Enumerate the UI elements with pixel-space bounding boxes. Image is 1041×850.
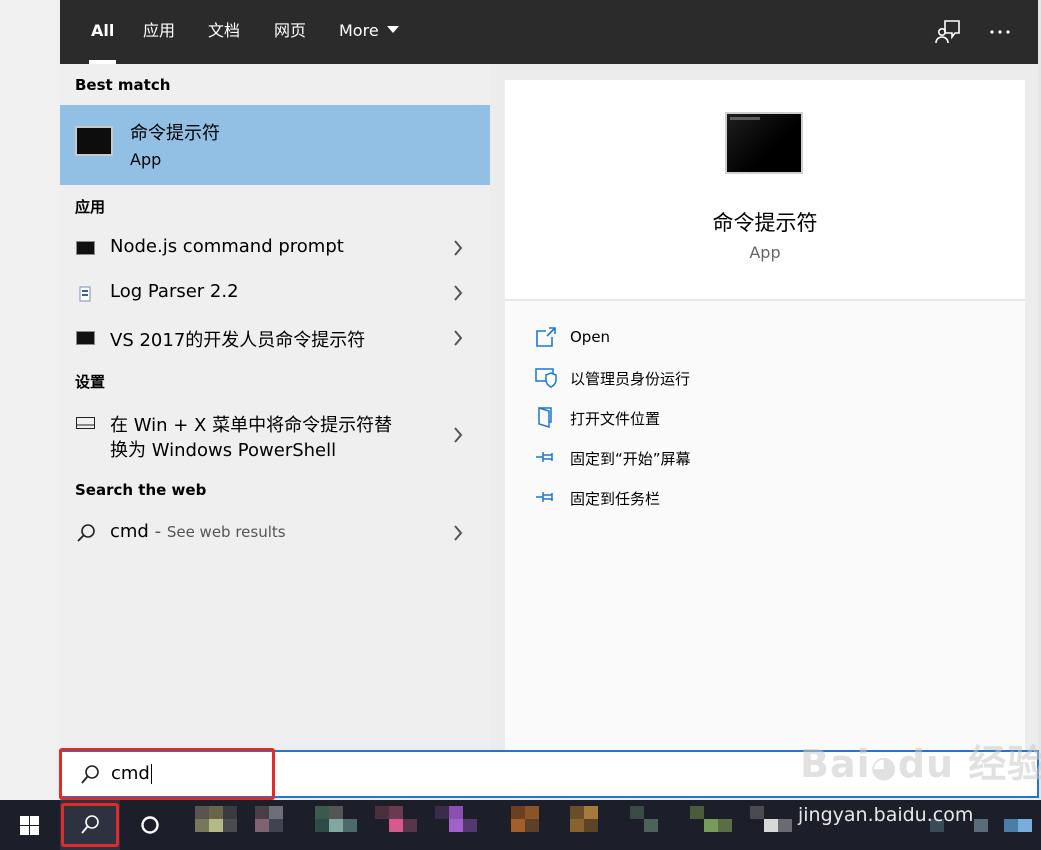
terminal-icon bbox=[76, 331, 95, 345]
chevron-right-icon[interactable] bbox=[452, 426, 464, 444]
list-item[interactable]: Node.js command prompt bbox=[60, 226, 490, 270]
preview-kind: App bbox=[749, 243, 781, 262]
folder-icon bbox=[538, 406, 552, 428]
best-match-header: Best match bbox=[75, 76, 171, 94]
web-hint: See web results bbox=[166, 523, 286, 541]
more-options-icon[interactable] bbox=[986, 18, 1014, 46]
windows-logo-icon bbox=[20, 816, 39, 835]
search-web-header: Search the web bbox=[75, 481, 207, 499]
pin-icon bbox=[536, 492, 553, 502]
watermark-url: jingyan.baidu.com bbox=[798, 804, 974, 826]
baidu-watermark-logo: Bai◕du 经验 bbox=[800, 742, 1041, 786]
settings-item[interactable]: 在 Win + X 菜单中将命令提示符替 换为 Windows PowerShe… bbox=[60, 400, 490, 466]
setting-line2: 换为 Windows PowerShell bbox=[110, 440, 337, 461]
results-panel: Best match 命令提示符 App 应用 Node.js command … bbox=[60, 64, 490, 750]
command-prompt-icon bbox=[725, 112, 803, 174]
pin-icon bbox=[536, 452, 553, 462]
action-label: 打开文件位置 bbox=[570, 410, 661, 428]
desktop-background bbox=[0, 0, 61, 800]
tab-web[interactable]: 网页 bbox=[274, 0, 306, 64]
app-name: Log Parser 2.2 bbox=[110, 281, 239, 302]
search-icon bbox=[81, 765, 99, 784]
open-icon bbox=[536, 327, 556, 347]
action-label: 以管理员身份运行 bbox=[570, 370, 691, 388]
shield-icon bbox=[535, 368, 557, 388]
setting-line1: 在 Win + X 菜单中将命令提示符替 bbox=[110, 415, 393, 436]
feedback-icon[interactable] bbox=[934, 18, 962, 46]
chevron-right-icon[interactable] bbox=[452, 524, 464, 542]
apps-header: 应用 bbox=[75, 198, 106, 216]
app-name: Node.js command prompt bbox=[110, 236, 344, 257]
settings-header: 设置 bbox=[75, 373, 106, 391]
chevron-right-icon[interactable] bbox=[452, 329, 464, 347]
text-cursor bbox=[150, 764, 152, 784]
cortana-circle-icon bbox=[141, 816, 159, 834]
best-match-kind: App bbox=[130, 150, 162, 169]
command-prompt-icon bbox=[75, 126, 113, 156]
pixelated-taskbar-apps bbox=[570, 806, 754, 844]
action-label: Open bbox=[570, 328, 611, 346]
tab-all[interactable]: All bbox=[88, 0, 117, 64]
search-button[interactable] bbox=[60, 800, 120, 850]
search-value: cmd bbox=[111, 763, 152, 784]
pixelated-taskbar-apps bbox=[375, 806, 559, 844]
terminal-icon bbox=[76, 241, 95, 255]
web-query: cmd bbox=[110, 521, 149, 542]
list-item[interactable]: VS 2017的开发人员命令提示符 bbox=[60, 316, 490, 360]
best-match-item[interactable]: 命令提示符 App bbox=[60, 105, 490, 185]
app-name: VS 2017的开发人员命令提示符 bbox=[110, 330, 366, 351]
tab-more[interactable]: More bbox=[339, 0, 399, 64]
list-item[interactable]: Log Parser 2.2 bbox=[60, 271, 490, 315]
chevron-right-icon[interactable] bbox=[452, 284, 464, 302]
search-icon bbox=[77, 524, 95, 542]
preview-header: 命令提示符 App bbox=[505, 80, 1025, 301]
preview-title: 命令提示符 bbox=[712, 211, 818, 235]
action-label: 固定到“开始”屏幕 bbox=[570, 450, 691, 468]
search-header: All 应用 文档 网页 More bbox=[60, 0, 1038, 64]
search-text: cmd bbox=[111, 763, 150, 784]
cortana-button[interactable] bbox=[120, 800, 180, 850]
chevron-right-icon[interactable] bbox=[452, 239, 464, 257]
start-button[interactable] bbox=[0, 800, 60, 850]
tab-documents[interactable]: 文档 bbox=[208, 0, 240, 64]
web-search-item[interactable]: cmd - See web results bbox=[60, 511, 490, 555]
chevron-down-icon bbox=[386, 26, 399, 33]
tab-apps[interactable]: 应用 bbox=[143, 0, 175, 64]
preview-panel: 命令提示符 App Open 以管理员身份运行 打开文件位置 固定到“开始”屏幕… bbox=[505, 80, 1025, 750]
best-match-name: 命令提示符 bbox=[130, 123, 220, 144]
action-label: 固定到任务栏 bbox=[570, 490, 661, 508]
web-separator: - bbox=[148, 521, 167, 542]
log-parser-icon bbox=[79, 286, 91, 302]
pixelated-taskbar-apps bbox=[195, 806, 379, 844]
search-icon bbox=[81, 815, 99, 834]
display-settings-icon bbox=[76, 417, 95, 429]
